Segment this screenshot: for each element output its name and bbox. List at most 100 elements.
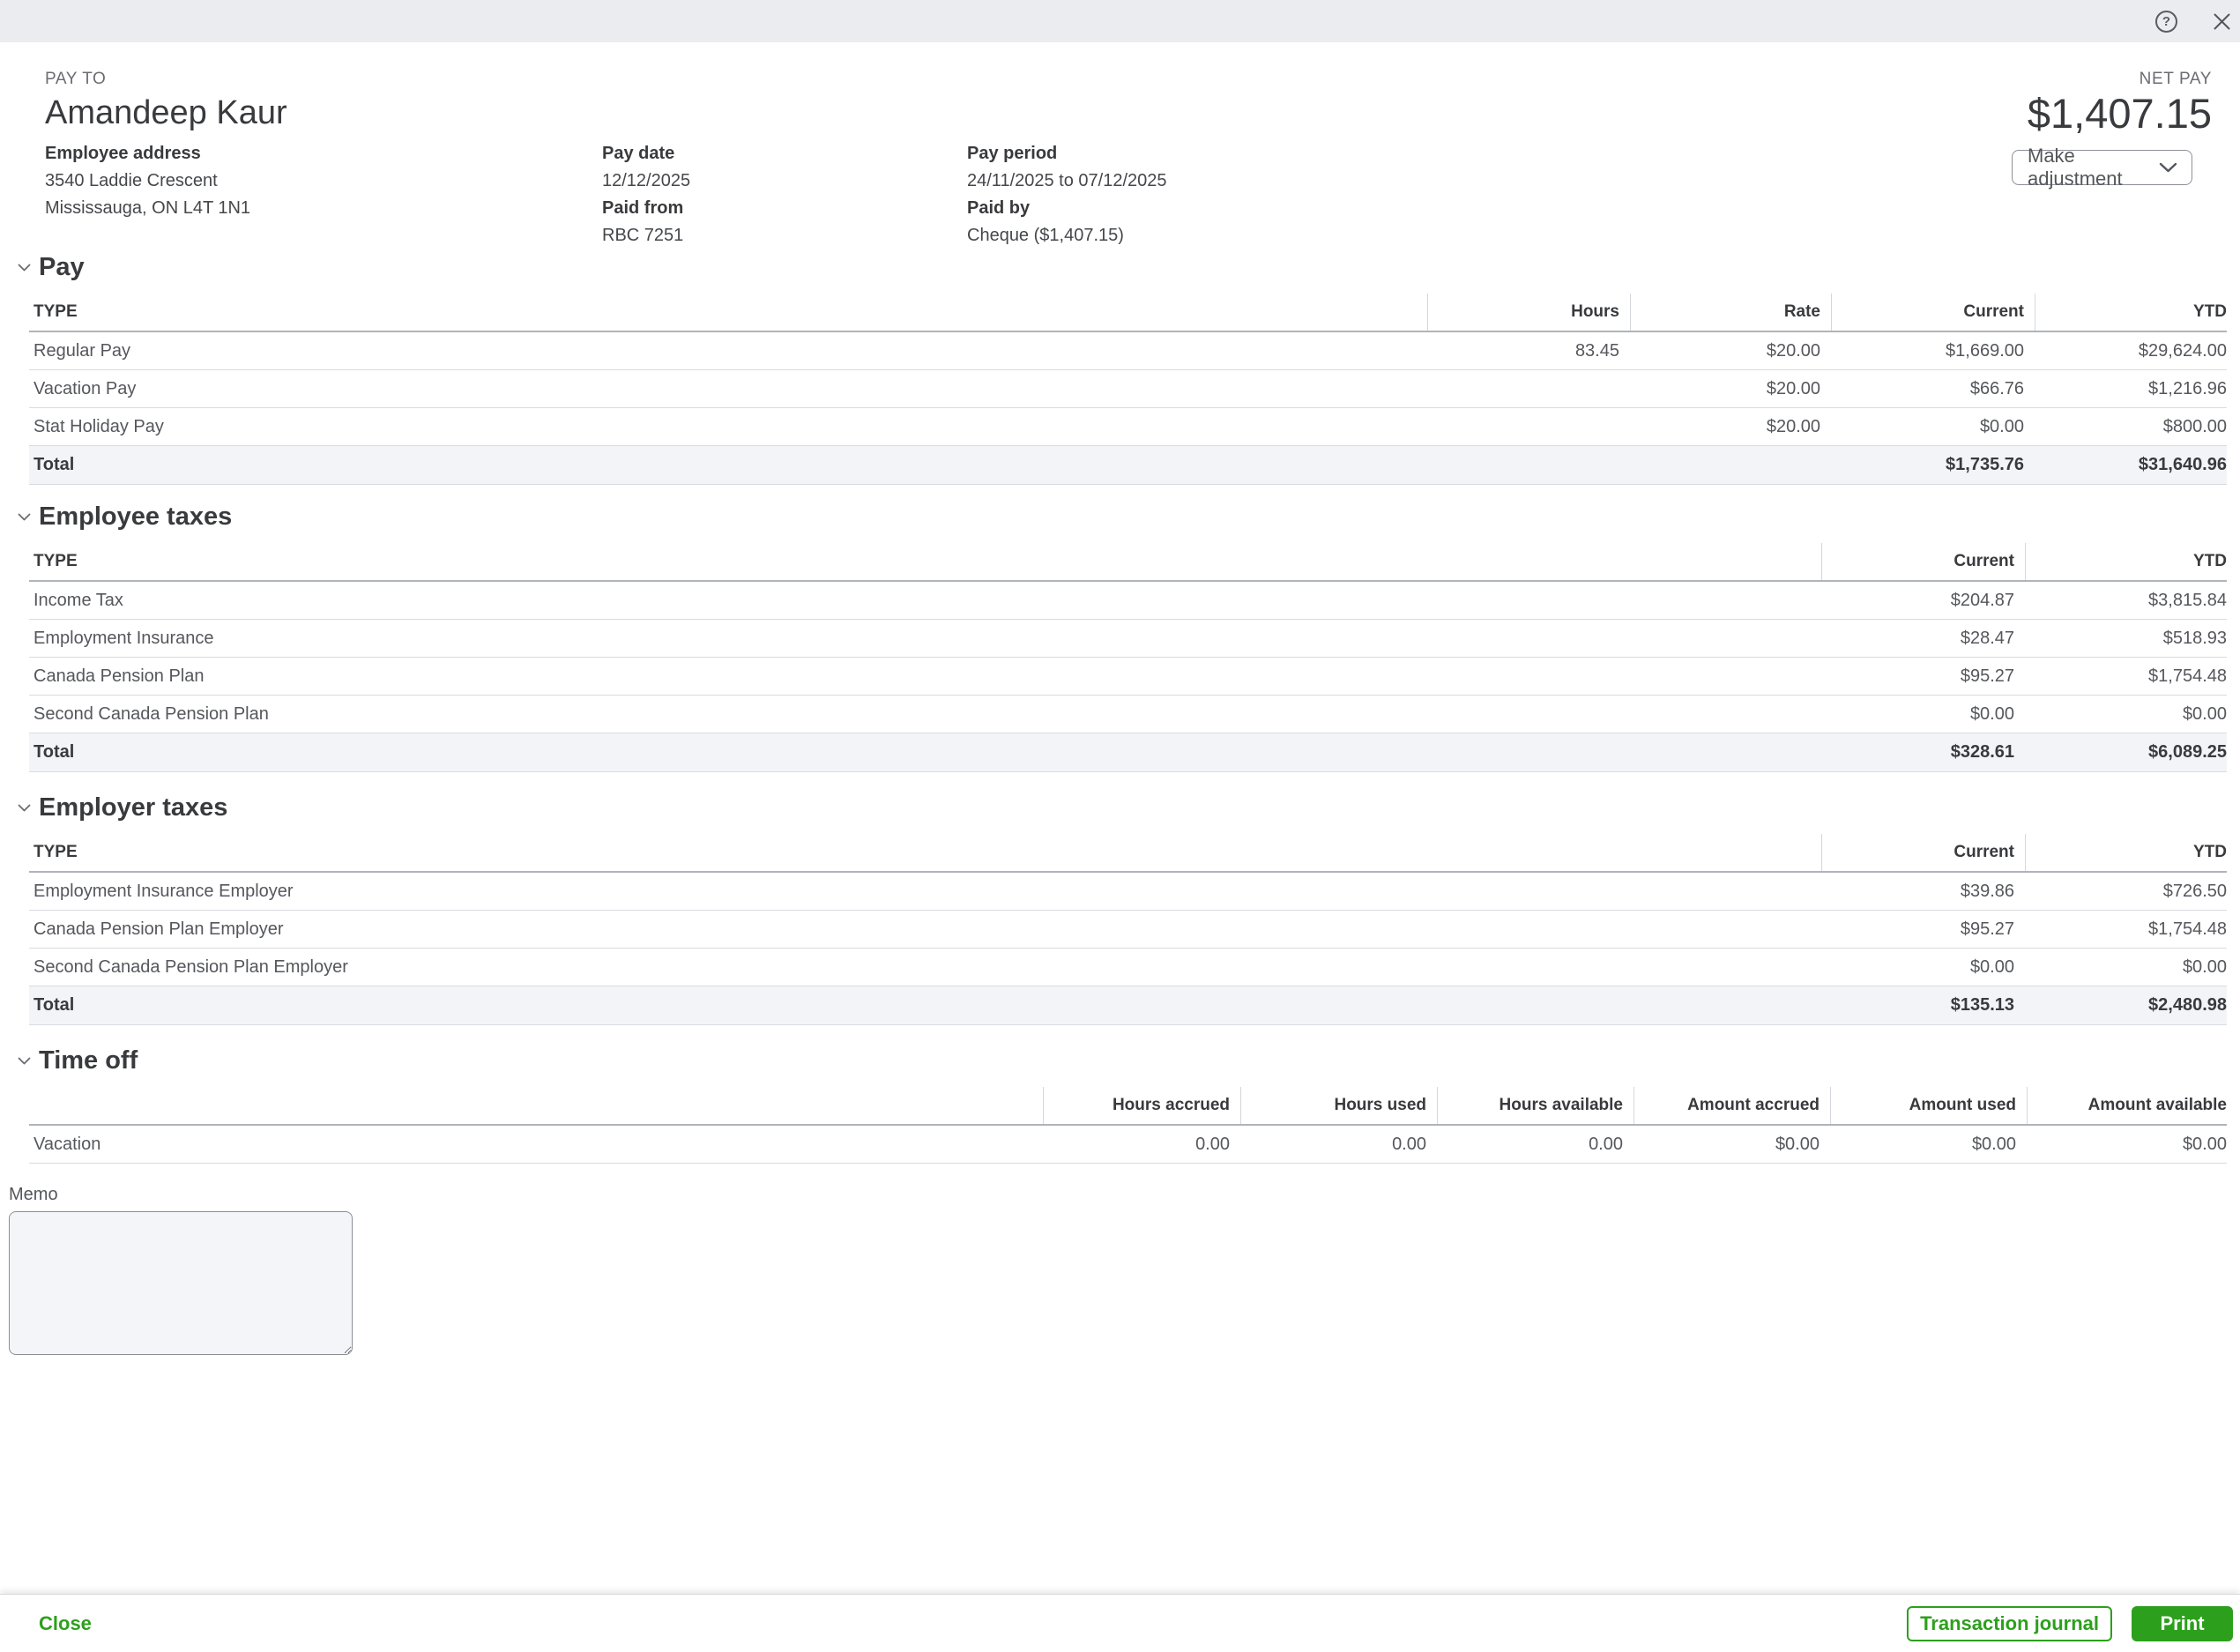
column-header: TYPE (29, 543, 1821, 580)
table-header-row: Hours accruedHours usedHours availableAm… (29, 1087, 2227, 1126)
net-pay-value: $1,407.15 (2028, 91, 2212, 137)
cell: $20.00 (1630, 341, 1831, 361)
paid-from-value: RBC 7251 (602, 222, 967, 249)
employer-taxes-section-toggle[interactable]: Employer taxes (18, 792, 2240, 823)
chevron-down-icon (18, 1057, 31, 1065)
paid-by-label: Paid by (967, 195, 2206, 222)
cell: $31,640.96 (2035, 455, 2227, 475)
footer-actions: Transaction journal Print (1907, 1606, 2240, 1641)
chevron-down-icon (18, 264, 31, 272)
employee-address-line1: 3540 Laddie Crescent (45, 167, 602, 195)
cell: $95.27 (1821, 666, 2025, 687)
cell: $0.00 (1821, 704, 2025, 725)
print-button[interactable]: Print (2132, 1606, 2233, 1641)
column-header: Hours available (1437, 1087, 1633, 1124)
make-adjustment-dropdown[interactable]: Make adjustment (2012, 150, 2192, 185)
cell: $0.00 (1830, 1135, 2027, 1155)
cell: Total (29, 455, 1427, 475)
make-adjustment-label: Make adjustment (2028, 145, 2159, 190)
paycheque-detail-page: ? PAY TO Amandeep Kaur NET PAY $1,407.15… (0, 0, 2240, 1652)
employer-taxes-table: TYPECurrentYTDEmployment Insurance Emplo… (29, 834, 2227, 1025)
cell: $0.00 (2025, 957, 2227, 978)
pay-date-block: Pay date 12/12/2025 Paid from RBC 7251 (602, 140, 967, 249)
section-title: Time off (39, 1045, 138, 1076)
close-button[interactable]: Close (39, 1612, 92, 1635)
cell: Total (29, 995, 1821, 1016)
column-header: Hours used (1240, 1087, 1437, 1124)
memo-label: Memo (9, 1183, 2240, 1206)
cell: 83.45 (1427, 341, 1630, 361)
cell: $1,754.48 (2025, 919, 2227, 940)
column-header: Rate (1630, 294, 1831, 331)
pay-to-block: PAY TO Amandeep Kaur (45, 68, 287, 135)
cell: $3,815.84 (2025, 591, 2227, 611)
time-off-table: Hours accruedHours usedHours availableAm… (29, 1087, 2227, 1164)
table-row: Vacation Pay$20.00$66.76$1,216.96 (29, 370, 2227, 408)
section-title: Employee taxes (39, 501, 232, 532)
cell: $6,089.25 (2025, 742, 2227, 763)
cell: Vacation (29, 1135, 1043, 1155)
pay-date-value: 12/12/2025 (602, 167, 967, 195)
table-row: Employment Insurance Employer$39.86$726.… (29, 873, 2227, 911)
net-pay-label: NET PAY (2028, 68, 2212, 91)
cell: Employment Insurance (29, 629, 1821, 649)
cell: $204.87 (1821, 591, 2025, 611)
cell: Total (29, 742, 1821, 763)
employee-taxes-table: TYPECurrentYTDIncome Tax$204.87$3,815.84… (29, 543, 2227, 772)
cell: $1,754.48 (2025, 666, 2227, 687)
column-header: Amount accrued (1633, 1087, 1830, 1124)
close-icon[interactable] (2213, 12, 2231, 31)
help-icon[interactable]: ? (2155, 11, 2177, 33)
cell: $0.00 (1633, 1135, 1830, 1155)
column-header: YTD (2025, 543, 2227, 580)
column-header: YTD (2025, 834, 2227, 871)
cell: Second Canada Pension Plan Employer (29, 957, 1821, 978)
cell: 0.00 (1240, 1135, 1437, 1155)
table-header-row: TYPECurrentYTD (29, 543, 2227, 582)
table-total-row: Total$135.13$2,480.98 (29, 986, 2227, 1025)
cell: $39.86 (1821, 882, 2025, 902)
table-row: Regular Pay83.45$20.00$1,669.00$29,624.0… (29, 332, 2227, 370)
column-header: Amount used (1830, 1087, 2027, 1124)
memo-textarea[interactable] (9, 1211, 353, 1355)
column-header: TYPE (29, 294, 1427, 331)
cell: $1,735.76 (1831, 455, 2035, 475)
table-total-row: Total$328.61$6,089.25 (29, 733, 2227, 772)
employee-name: Amandeep Kaur (45, 91, 287, 135)
top-bar: ? (0, 0, 2240, 42)
column-header: Amount available (2027, 1087, 2227, 1124)
section-title: Pay (39, 251, 85, 283)
pay-date-label: Pay date (602, 140, 967, 167)
transaction-journal-button[interactable]: Transaction journal (1907, 1606, 2112, 1641)
cell: $135.13 (1821, 995, 2025, 1016)
cell: $726.50 (2025, 882, 2227, 902)
cell: Stat Holiday Pay (29, 417, 1427, 437)
employee-address-line2: Mississauga, ON L4T 1N1 (45, 195, 602, 222)
employee-taxes-section-toggle[interactable]: Employee taxes (18, 501, 2240, 532)
cell: $0.00 (2025, 704, 2227, 725)
table-row: Stat Holiday Pay$20.00$0.00$800.00 (29, 408, 2227, 446)
column-header: Current (1821, 543, 2025, 580)
table-row: Second Canada Pension Plan Employer $0.00… (29, 949, 2227, 986)
cell: Second Canada Pension Plan (29, 704, 1821, 725)
cell: Canada Pension Plan Employer (29, 919, 1821, 940)
table-row: Second Canada Pension Plan$0.00$0.00 (29, 696, 2227, 733)
table-header-row: TYPECurrentYTD (29, 834, 2227, 873)
chevron-down-icon (2159, 162, 2177, 173)
cell: $28.47 (1821, 629, 2025, 649)
table-row: Canada Pension Plan Employer$95.27$1,754… (29, 911, 2227, 949)
cell: Employment Insurance Employer (29, 882, 1821, 902)
pay-section-toggle[interactable]: Pay (18, 251, 2240, 283)
help-glyph: ? (2162, 14, 2170, 29)
time-off-section-toggle[interactable]: Time off (18, 1045, 2240, 1076)
employee-address-block: Employee address 3540 Laddie Crescent Mi… (45, 140, 602, 249)
employee-address-label: Employee address (45, 140, 602, 167)
cell: $20.00 (1630, 379, 1831, 399)
cell: $1,216.96 (2035, 379, 2227, 399)
cell: $328.61 (1821, 742, 2025, 763)
cell: $0.00 (2027, 1135, 2227, 1155)
cell: $0.00 (1831, 417, 2035, 437)
column-header: YTD (2035, 294, 2227, 331)
table-row: Employment Insurance$28.47$518.93 (29, 620, 2227, 658)
payment-info-row: Employee address 3540 Laddie Crescent Mi… (45, 140, 2206, 249)
